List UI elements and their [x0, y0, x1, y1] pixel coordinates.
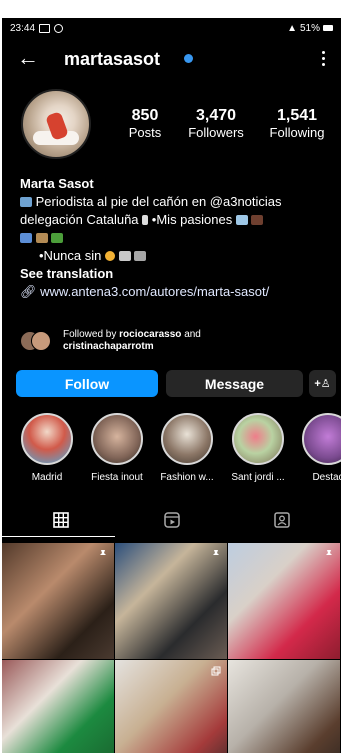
status-left: 23:44: [10, 22, 64, 34]
status-right: ▲ 51%: [287, 23, 333, 34]
pool-emoji-icon: [20, 233, 32, 243]
pin-icon: [326, 550, 332, 558]
highlight-fiesta[interactable]: Fiesta inout: [89, 413, 145, 483]
active-tab-underline: [2, 536, 115, 537]
verified-badge-icon: [184, 54, 193, 63]
followed-by-and: and: [184, 329, 201, 340]
highlight-fashion[interactable]: Fashion w...: [159, 413, 215, 483]
tagged-icon[interactable]: [273, 511, 291, 529]
back-arrow-icon[interactable]: ←: [17, 46, 39, 70]
bio-line-3: [20, 229, 340, 247]
highlight-label: Fiesta inout: [91, 472, 143, 483]
stat-followers-value: 3,470: [195, 107, 237, 124]
profile-bio: Marta Sasot Periodista al pie del cañón …: [20, 175, 340, 301]
post-thumbnail[interactable]: [228, 543, 340, 659]
profile-tabs: [2, 505, 341, 541]
highlight-cover: [21, 413, 73, 465]
story-highlights: Madrid Fiesta inout Fashion w... Sant jo…: [2, 413, 341, 493]
profile-username: martasasot: [64, 49, 161, 69]
bio-line-1: Periodista al pie del cañón en @a3notici…: [20, 193, 340, 211]
action-buttons: Follow Message +♙: [16, 370, 336, 400]
stat-posts-value: 850: [131, 107, 159, 124]
message-button[interactable]: Message: [166, 370, 303, 397]
status-bar: 23:44 ▲ 51%: [10, 21, 333, 35]
link-icon: 🔗︎: [20, 284, 37, 299]
post-thumbnail[interactable]: [2, 660, 114, 753]
plant-emoji-icon: [51, 233, 64, 243]
highlight-label: Sant jordi ...: [231, 472, 285, 483]
more-vertical-icon[interactable]: [322, 51, 326, 66]
sparkles-emoji-icon: [251, 215, 264, 225]
followed-by[interactable]: Followed by rociocarasso and cristinacha…: [20, 329, 340, 357]
highlight-cover: [91, 413, 143, 465]
status-time: 23:44: [10, 22, 36, 34]
stat-following[interactable]: 1,541 Following: [258, 107, 336, 141]
post-thumbnail[interactable]: [2, 543, 114, 659]
stat-following-value: 1,541: [276, 107, 318, 124]
bio-line-4: •Nunca sin: [20, 247, 340, 265]
highlight-cover: [302, 413, 341, 465]
pin-icon: [213, 550, 219, 558]
followed-by-text: Followed by rociocarasso and cristinacha…: [63, 329, 201, 353]
top-bar: ← martasasot: [2, 42, 341, 76]
whatsapp-notification-icon: [54, 23, 64, 33]
profile-stats: 850 Posts 3,470 Followers 1,541 Followin…: [116, 107, 336, 141]
battery-icon: [323, 25, 333, 31]
bio-line-2b-text: •Mis pasiones: [151, 212, 233, 227]
stat-following-label: Following: [269, 125, 325, 140]
stat-posts[interactable]: 850 Posts: [116, 107, 174, 141]
camera-emoji-icon: [134, 251, 147, 261]
followed-by-name-2: cristinachaparrotm: [63, 341, 154, 352]
microphone-emoji-icon: [142, 215, 149, 225]
bio-line-4-text: •Nunca sin: [39, 248, 102, 263]
post-thumbnail[interactable]: [115, 543, 227, 659]
battery-percent: 51%: [299, 22, 320, 34]
tv-emoji-icon: [20, 197, 32, 207]
posts-grid: [2, 543, 341, 753]
stat-posts-label: Posts: [128, 125, 162, 140]
followed-by-prefix: Followed by: [63, 329, 117, 340]
highlight-sant-jordi[interactable]: Sant jordi ...: [230, 413, 286, 483]
reels-icon[interactable]: [163, 511, 181, 529]
highlight-label: Madrid: [31, 472, 63, 483]
highlight-cover: [232, 413, 284, 465]
profile-display-name: Marta Sasot: [20, 176, 94, 191]
follower-avatar-2: [31, 331, 51, 351]
stat-followers[interactable]: 3,470 Followers: [174, 107, 258, 141]
profile-link[interactable]: 🔗︎ www.antena3.com/autores/marta-sasot/: [20, 283, 340, 301]
highlight-label: Fashion w...: [160, 472, 214, 483]
gallery-notification-icon: [39, 23, 51, 33]
grid-icon[interactable]: [52, 511, 70, 529]
bio-line-1-text: Periodista al pie del cañón en @a3notici…: [35, 194, 282, 209]
cinema-emoji-icon: [35, 233, 48, 243]
add-user-icon[interactable]: +♙: [309, 370, 336, 397]
stat-followers-label: Followers: [188, 125, 244, 140]
bio-line-2: delegación Cataluña •Mis pasiones: [20, 211, 340, 229]
followed-by-name-1: rociocarasso: [119, 329, 182, 340]
post-thumbnail[interactable]: [115, 660, 227, 753]
airplane-emoji-icon: [235, 215, 248, 225]
highlight-destacado[interactable]: Destac: [300, 413, 341, 483]
book-emoji-icon: [118, 251, 131, 261]
see-translation-link[interactable]: See translation: [20, 265, 340, 283]
bio-line-2a-text: delegación Cataluña: [20, 212, 139, 227]
highlight-label: Destac: [312, 472, 341, 483]
follow-button[interactable]: Follow: [16, 370, 158, 397]
highlight-madrid[interactable]: Madrid: [19, 413, 75, 483]
profile-avatar[interactable]: [21, 89, 91, 159]
pin-icon: [100, 550, 106, 558]
smiley-emoji-icon: [104, 251, 115, 261]
profile-link-text: www.antena3.com/autores/marta-sasot/: [40, 284, 270, 299]
highlight-cover: [161, 413, 213, 465]
profile-screen: 23:44 ▲ 51% ← martasasot 850 Posts 3,470…: [2, 18, 341, 753]
signal-icon: ▲: [287, 22, 297, 34]
post-thumbnail[interactable]: [228, 660, 340, 753]
carousel-icon: [211, 666, 221, 676]
